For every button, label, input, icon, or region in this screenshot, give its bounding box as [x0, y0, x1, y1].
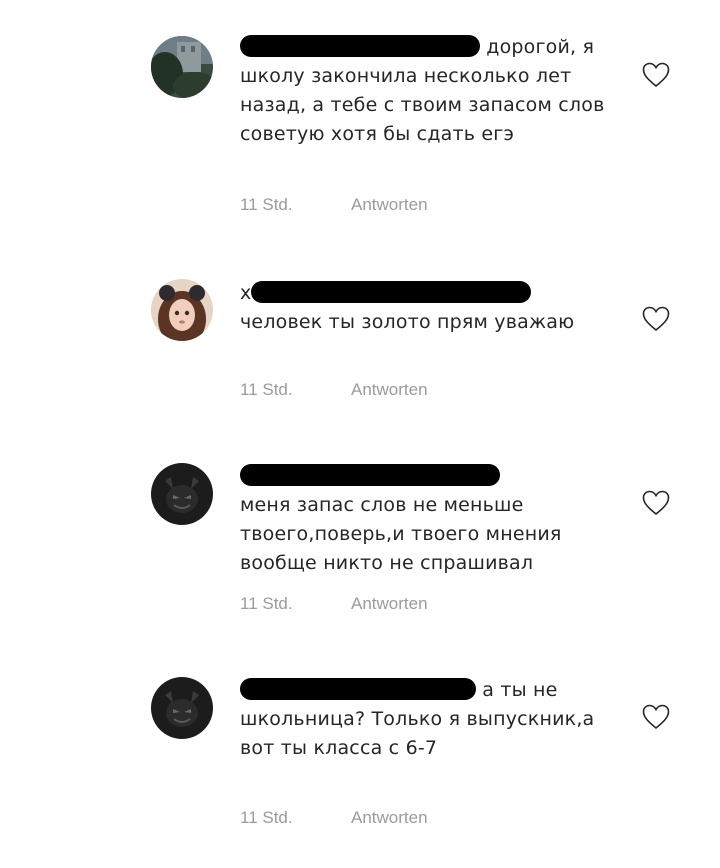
comment-text: дорогой, я школу закончила несколько лет…	[240, 35, 605, 145]
avatar[interactable]	[151, 36, 213, 98]
avatar[interactable]	[151, 677, 213, 739]
comment-meta: 11 Std. Antworten	[240, 380, 428, 400]
heart-icon[interactable]	[642, 490, 670, 516]
username-redacted	[240, 35, 480, 57]
heart-icon[interactable]	[642, 62, 670, 88]
avatar-girl-filter-icon	[151, 279, 213, 341]
comment-meta: 11 Std. Antworten	[240, 195, 428, 215]
avatar-dark-devil-icon	[151, 677, 213, 739]
username-prefix: x	[240, 282, 252, 304]
heart-icon[interactable]	[642, 704, 670, 730]
avatar-dark-devil-icon	[151, 463, 213, 525]
avatar[interactable]	[151, 279, 213, 341]
timestamp: 11 Std.	[240, 808, 293, 827]
comment-meta: 11 Std. Antworten	[240, 594, 428, 614]
username-redacted	[251, 281, 532, 303]
reply-button[interactable]: Antworten	[351, 195, 428, 215]
comment-text: меня запас слов не меньше твоего,поверь,…	[240, 462, 615, 578]
username-redacted	[240, 464, 500, 486]
comment-meta: 11 Std. Antworten	[240, 808, 428, 828]
avatar[interactable]	[151, 463, 213, 525]
timestamp: 11 Std.	[240, 594, 293, 613]
reply-button[interactable]: Antworten	[351, 594, 428, 614]
avatar-landscape-icon	[151, 36, 213, 98]
timestamp: 11 Std.	[240, 380, 293, 399]
comment-text: а ты не школьница? Только я выпускник,а …	[240, 678, 595, 759]
reply-button[interactable]: Antworten	[351, 380, 428, 400]
timestamp: 11 Std.	[240, 195, 293, 214]
comment-text: x человек ты золото прям уважаю	[240, 281, 575, 333]
username-redacted	[240, 678, 476, 700]
reply-button[interactable]: Antworten	[351, 808, 428, 828]
heart-icon[interactable]	[642, 306, 670, 332]
